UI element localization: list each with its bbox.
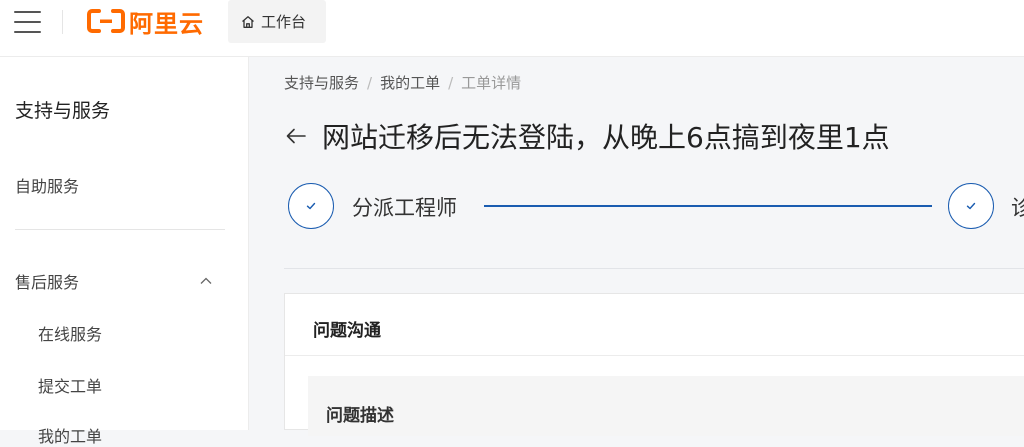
check-icon [306,202,316,210]
aliyun-logo[interactable]: 阿里云 [87,6,204,38]
workbench-label: 工作台 [261,13,307,31]
chevron-up-icon [200,277,212,284]
breadcrumb: 支持与服务 / 我的工单 / 工单详情 [284,72,521,93]
sidebar-section-label: 售后服务 [15,273,80,292]
content-divider [284,268,1024,269]
step-2-indicator [948,183,994,229]
topbar-divider [62,10,63,34]
top-bar: 阿里云 工作台 [0,0,1024,57]
logo-text: 阿里云 [129,9,204,38]
step-1-indicator [288,183,334,229]
step-1-label: 分派工程师 [352,196,457,220]
breadcrumb-current: 工单详情 [461,74,522,92]
breadcrumb-separator: / [367,74,373,92]
issue-description-panel: 问题描述 [308,376,1024,436]
aliyun-logo-icon [87,9,125,33]
breadcrumb-support[interactable]: 支持与服务 [284,74,359,92]
home-icon [242,15,254,28]
card-title: 问题沟通 [313,321,381,341]
sidebar-item-submit-ticket[interactable]: 提交工单 [38,373,102,397]
hamburger-menu-icon[interactable] [12,8,44,36]
sidebar-divider [15,229,225,230]
breadcrumb-my-tickets[interactable]: 我的工单 [380,74,440,92]
sidebar-section-after-sales[interactable]: 售后服务 [15,269,225,293]
page-title: 网站迁移后无法登陆，从晚上6点搞到夜里1点 [322,121,890,154]
breadcrumb-separator: / [448,74,454,92]
main-content: 支持与服务 / 我的工单 / 工单详情 网站迁移后无法登陆，从晚上6点搞到夜里1点 分派… [250,57,1024,436]
title-row: 网站迁移后无法登陆，从晚上6点搞到夜里1点 [284,116,890,156]
sidebar-item-online-service[interactable]: 在线服务 [38,321,102,345]
issue-communication-card: 问题沟通 问题描述 [284,293,1024,436]
issue-description-title: 问题描述 [326,406,394,426]
sidebar-item-my-tickets[interactable]: 我的工单 [38,423,102,447]
ticket-progress-steps: 分派工程师 诊 [288,183,1024,229]
step-connector [484,205,932,207]
card-header: 问题沟通 [285,294,1024,356]
step-2-label: 诊 [1011,196,1024,220]
workbench-button[interactable]: 工作台 [228,0,326,43]
check-icon [966,202,976,210]
arrow-left-icon[interactable] [284,124,308,148]
sidebar-item-self-service[interactable]: 自助服务 [15,173,79,197]
sidebar: 支持与服务 自助服务 售后服务 在线服务 提交工单 我的工单 [0,57,249,446]
sidebar-title: 支持与服务 [15,100,111,122]
